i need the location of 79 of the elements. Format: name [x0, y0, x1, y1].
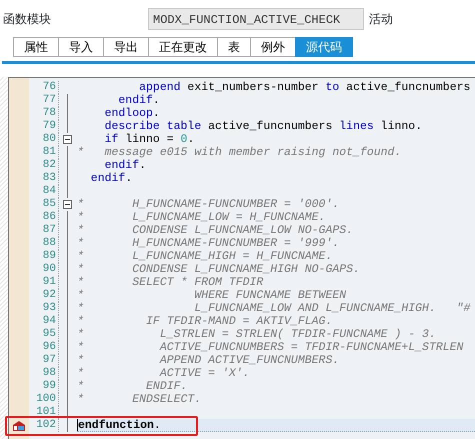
line-number: 91 [29, 276, 59, 289]
code-text: describe table [104, 120, 202, 133]
code-comment: * ACTIVE_FUNCNUMBERS = TFDIR-FUNCNAME+L_STRLEN [77, 341, 464, 354]
line-number: 85 [29, 198, 59, 211]
function-name-field[interactable]: MODX_FUNCTION_ACTIVE_CHECK [148, 8, 364, 30]
code-text: active_funcnumbers [345, 81, 470, 94]
line-number: 87 [29, 224, 59, 237]
collapse-icon[interactable] [63, 135, 72, 144]
code-text: . [139, 159, 146, 172]
line-number: 80 [29, 133, 59, 146]
tab[interactable]: 正在更改 [148, 37, 217, 57]
code-text: to [325, 81, 340, 94]
code-text: active_funcnumbers [207, 120, 334, 133]
code-comment: * CONDENSE L_FUNCNAME_HIGH NO-GAPS. [77, 263, 360, 276]
code-text: endif [117, 94, 153, 107]
code-comment: * H_FUNCNAME-FUNCNUMBER = '000'. [77, 198, 340, 211]
code-text: . [125, 172, 132, 185]
line-number: 93 [29, 302, 59, 315]
code-comment: * APPEND ACTIVE_FUNCNUMBERS. [77, 354, 340, 367]
code-text: endif [104, 159, 140, 172]
line-number: 84 [29, 185, 59, 198]
line-number: 95 [29, 328, 59, 341]
tab[interactable]: 导出 [103, 37, 148, 57]
code-comment: * IF TFDIR-MAND = AKTIV_FLAG. [77, 315, 332, 328]
code-text: append [138, 81, 181, 94]
line-number: 81 [29, 146, 59, 159]
line-number: 88 [29, 237, 59, 250]
field-label: 函数模块 [3, 11, 52, 28]
code-comment: * WHERE FUNCNAME BETWEEN [77, 289, 346, 302]
code-text: if [104, 133, 118, 146]
code-comment: * H_FUNCNAME-FUNCNUMBER = '999'. [77, 237, 340, 250]
code-comment: * message e015 with member raising not_found. [77, 146, 402, 159]
tab[interactable]: 属性 [13, 37, 58, 57]
line-number: 97 [29, 354, 59, 367]
line-number: 99 [29, 380, 59, 393]
tab[interactable]: 源代码 [295, 37, 353, 57]
line-number: 89 [29, 250, 59, 263]
line-number: 77 [29, 94, 59, 107]
breakpoint-icon[interactable] [12, 420, 26, 432]
line-number: 79 [29, 120, 59, 133]
line-number: 94 [29, 315, 59, 328]
code-text: endloop [104, 107, 153, 120]
line-number: 98 [29, 367, 59, 380]
line-number: 78 [29, 107, 59, 120]
code-comment: * ENDIF. [77, 380, 188, 393]
code-text: . [152, 94, 160, 107]
code-text: linno = [124, 133, 175, 146]
code-comment: * L_STRLEN = STRLEN( TFDIR-FUNCNAME ) - 3. [77, 328, 436, 341]
line-number: 90 [29, 263, 59, 276]
code-comment: * L_FUNCNAME_HIGH = H_FUNCNAME. [77, 250, 332, 263]
line-number: 101 [29, 406, 59, 419]
line-number: 102 [29, 419, 59, 432]
line-number: 82 [29, 159, 59, 172]
tab[interactable]: 例外 [250, 37, 295, 57]
status-label: 活动 [369, 11, 393, 28]
code-comment: * ACTIVE = 'X'. [77, 367, 250, 380]
line-number: 92 [29, 289, 59, 302]
code-comment: * L_FUNCNAME_LOW = H_FUNCNAME. [77, 211, 326, 224]
code-comment: * ENDSELECT. [77, 393, 202, 406]
code-text: . [152, 107, 160, 120]
code-text: . [187, 133, 194, 146]
code-text: lines [339, 120, 374, 133]
line-number: 100 [29, 393, 59, 406]
tab[interactable]: 导入 [58, 37, 103, 57]
code-text: endfunction [77, 419, 154, 431]
line-number: 76 [29, 81, 59, 94]
tab[interactable]: 表 [217, 37, 250, 57]
line-number: 83 [29, 172, 59, 185]
code-text: linno. [380, 120, 422, 133]
code-text: 0 [180, 133, 188, 146]
line-number: 96 [29, 341, 59, 354]
code-comment: * SELECT * FROM TFDIR [77, 276, 264, 289]
code-comment: * CONDENSE L_FUNCNAME_LOW NO-GAPS. [77, 224, 354, 237]
code-text: endif [90, 172, 126, 185]
collapse-icon[interactable] [63, 200, 72, 209]
code-text: . [154, 419, 161, 431]
line-number: 86 [29, 211, 59, 224]
code-text: exit_numbers-number [186, 81, 320, 94]
code-comment: * L_FUNCNAME_LOW AND L_FUNCNAME_HIGH. "# [77, 302, 470, 315]
